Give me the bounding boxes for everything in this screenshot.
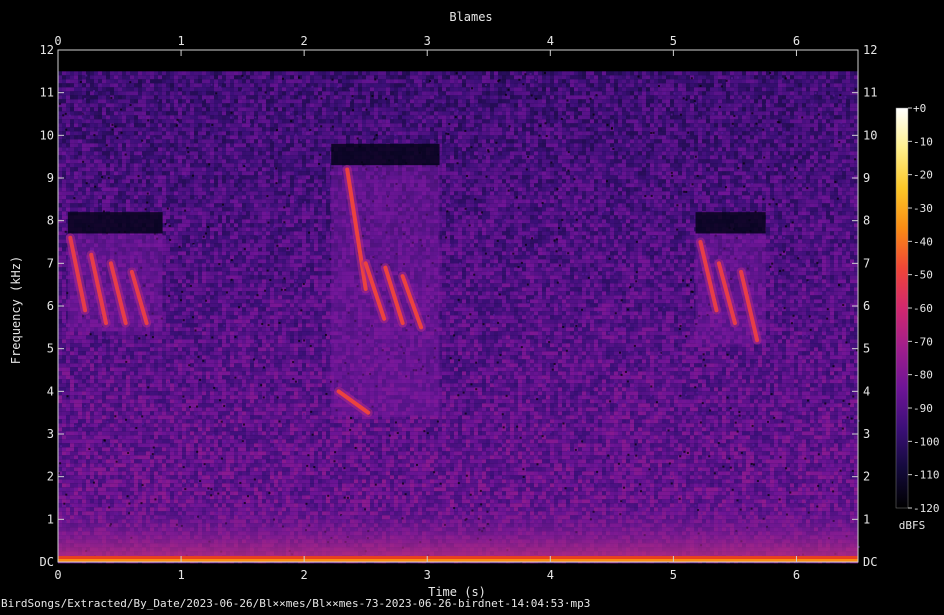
x-tick-label-bottom: 1 — [177, 568, 184, 582]
colorbar-tick-label: -10 — [913, 135, 933, 148]
colorbar-gradient — [896, 108, 908, 508]
above-cutoff-region — [58, 50, 858, 71]
colorbar-tick-label: -70 — [913, 335, 933, 348]
spectrogram-low-band — [58, 502, 858, 562]
call-shadow — [696, 212, 766, 233]
colorbar-tick-label: +0 — [913, 102, 926, 115]
colorbar-tick-label: -60 — [913, 302, 933, 315]
file-path-caption: BirdSongs/Extracted/By_Date/2023-06-26/B… — [1, 597, 590, 610]
x-tick-label-top: 6 — [793, 34, 800, 48]
y-tick-label-right: 6 — [863, 299, 870, 313]
call-1 — [68, 212, 163, 331]
y-tick-label-left: 4 — [47, 384, 54, 398]
x-tick-label-bottom: 3 — [424, 568, 431, 582]
y-tick-label-left: 7 — [47, 256, 54, 270]
x-tick-label-bottom: 4 — [547, 568, 554, 582]
x-tick-label-bottom: 5 — [670, 568, 677, 582]
y-tick-label-left: 2 — [47, 470, 54, 484]
y-tick-label-left: 11 — [40, 86, 54, 100]
y-tick-label-left: 3 — [47, 427, 54, 441]
x-tick-label-top: 4 — [547, 34, 554, 48]
x-tick-label-top: 0 — [54, 34, 61, 48]
colorbar-tick-label: -20 — [913, 169, 933, 182]
y-tick-label-right: 11 — [863, 86, 877, 100]
call-3 — [696, 212, 766, 344]
colorbar: +0 -10 -20 -30 -40 -50 -60 -70 -80 -90 -100 -110 -12… — [896, 102, 940, 515]
y-tick-label-right: 9 — [863, 171, 870, 185]
y-tick-label-left: 5 — [47, 342, 54, 356]
y-tick-label-right: 10 — [863, 128, 877, 142]
colorbar-label: dBFS — [899, 519, 926, 532]
y-tick-label-right: 4 — [863, 384, 870, 398]
spectrogram-figure: 00112233445566DCDC1122334455667788991010… — [0, 0, 944, 611]
y-tick-label-right: 2 — [863, 470, 870, 484]
colorbar-tick-label: -120 — [913, 502, 940, 515]
y-tick-label-left: 6 — [47, 299, 54, 313]
y-tick-label-right: 1 — [863, 512, 870, 526]
y-tick-label-right: 7 — [863, 256, 870, 270]
call-2 — [331, 144, 439, 417]
call-shadow — [331, 144, 439, 165]
y-tick-label-left: 8 — [47, 214, 54, 228]
y-tick-label-left: 1 — [47, 512, 54, 526]
y-tick-label-left: 12 — [40, 43, 54, 57]
chart-title: Blames — [449, 10, 492, 24]
x-tick-label-top: 5 — [670, 34, 677, 48]
spectrogram-chart: 00112233445566DCDC1122334455667788991010… — [0, 0, 944, 611]
colorbar-tick-label: -50 — [913, 269, 933, 282]
y-axis-label: Frequency (kHz) — [9, 256, 23, 364]
call-region — [331, 165, 439, 417]
x-tick-label-bottom: 0 — [54, 568, 61, 582]
y-tick-label-left: DC — [40, 555, 54, 569]
x-tick-label-top: 1 — [177, 34, 184, 48]
colorbar-tick-label: -80 — [913, 369, 933, 382]
y-tick-label-right: 12 — [863, 43, 877, 57]
x-tick-label-bottom: 2 — [301, 568, 308, 582]
low-frequency-band — [58, 502, 858, 562]
colorbar-tick-label: -110 — [913, 469, 940, 482]
y-tick-label-left: 10 — [40, 128, 54, 142]
x-tick-label-top: 2 — [301, 34, 308, 48]
colorbar-tick-label: -30 — [913, 202, 933, 215]
colorbar-tick-label: -90 — [913, 402, 933, 415]
call-shadow — [68, 212, 163, 233]
y-tick-label-right: 5 — [863, 342, 870, 356]
y-tick-label-right: 8 — [863, 214, 870, 228]
colorbar-tick-label: -40 — [913, 235, 933, 248]
y-tick-label-left: 9 — [47, 171, 54, 185]
y-tick-label-right: 3 — [863, 427, 870, 441]
x-tick-label-bottom: 6 — [793, 568, 800, 582]
colorbar-tick-label: -100 — [913, 435, 940, 448]
y-tick-label-right: DC — [863, 555, 877, 569]
x-tick-label-top: 3 — [424, 34, 431, 48]
